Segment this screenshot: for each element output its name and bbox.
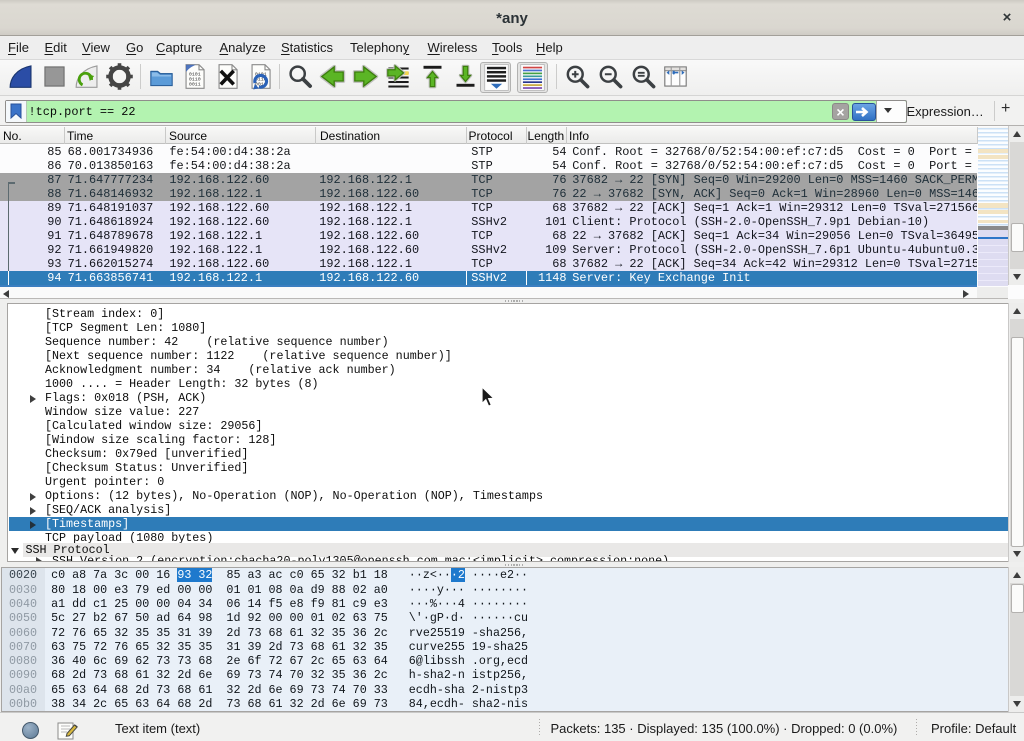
svg-text:0011: 0011 <box>189 82 201 88</box>
